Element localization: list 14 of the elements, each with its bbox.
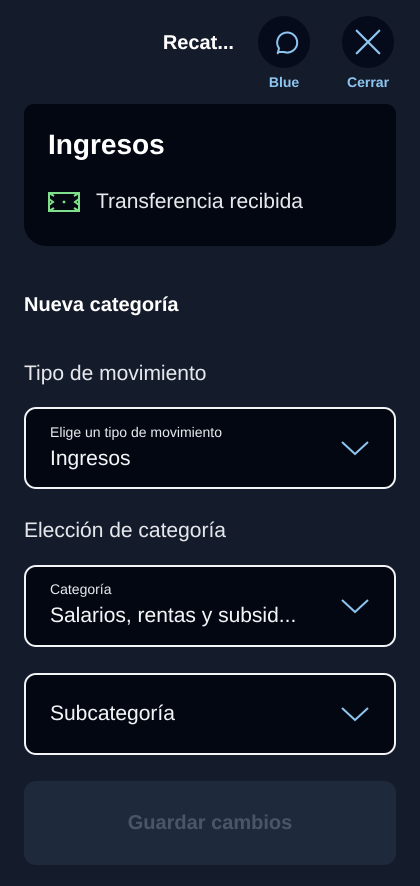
- chevron-down-icon: [340, 598, 370, 614]
- section-title: Nueva categoría: [24, 292, 180, 318]
- screen-title: Recat...: [162, 31, 234, 56]
- field-label: Tipo de movimiento: [24, 360, 208, 386]
- dropdown-field[interactable]: Categoría Salarios, rentas y subsid...: [24, 564, 396, 646]
- chevron-down-icon: [340, 706, 370, 722]
- field-label: Elección de categoría: [24, 518, 227, 544]
- chevron-down-icon: [340, 440, 370, 456]
- banknote-icon: [48, 192, 80, 212]
- dropdown-field[interactable]: Elige un tipo de movimiento Ingresos: [24, 407, 396, 489]
- dropdown-field[interactable]: Subcategoría: [24, 672, 396, 754]
- card-title: Ingresos: [48, 128, 166, 162]
- close-icon: [353, 27, 383, 57]
- transaction-type: Transferencia recibida: [96, 189, 303, 215]
